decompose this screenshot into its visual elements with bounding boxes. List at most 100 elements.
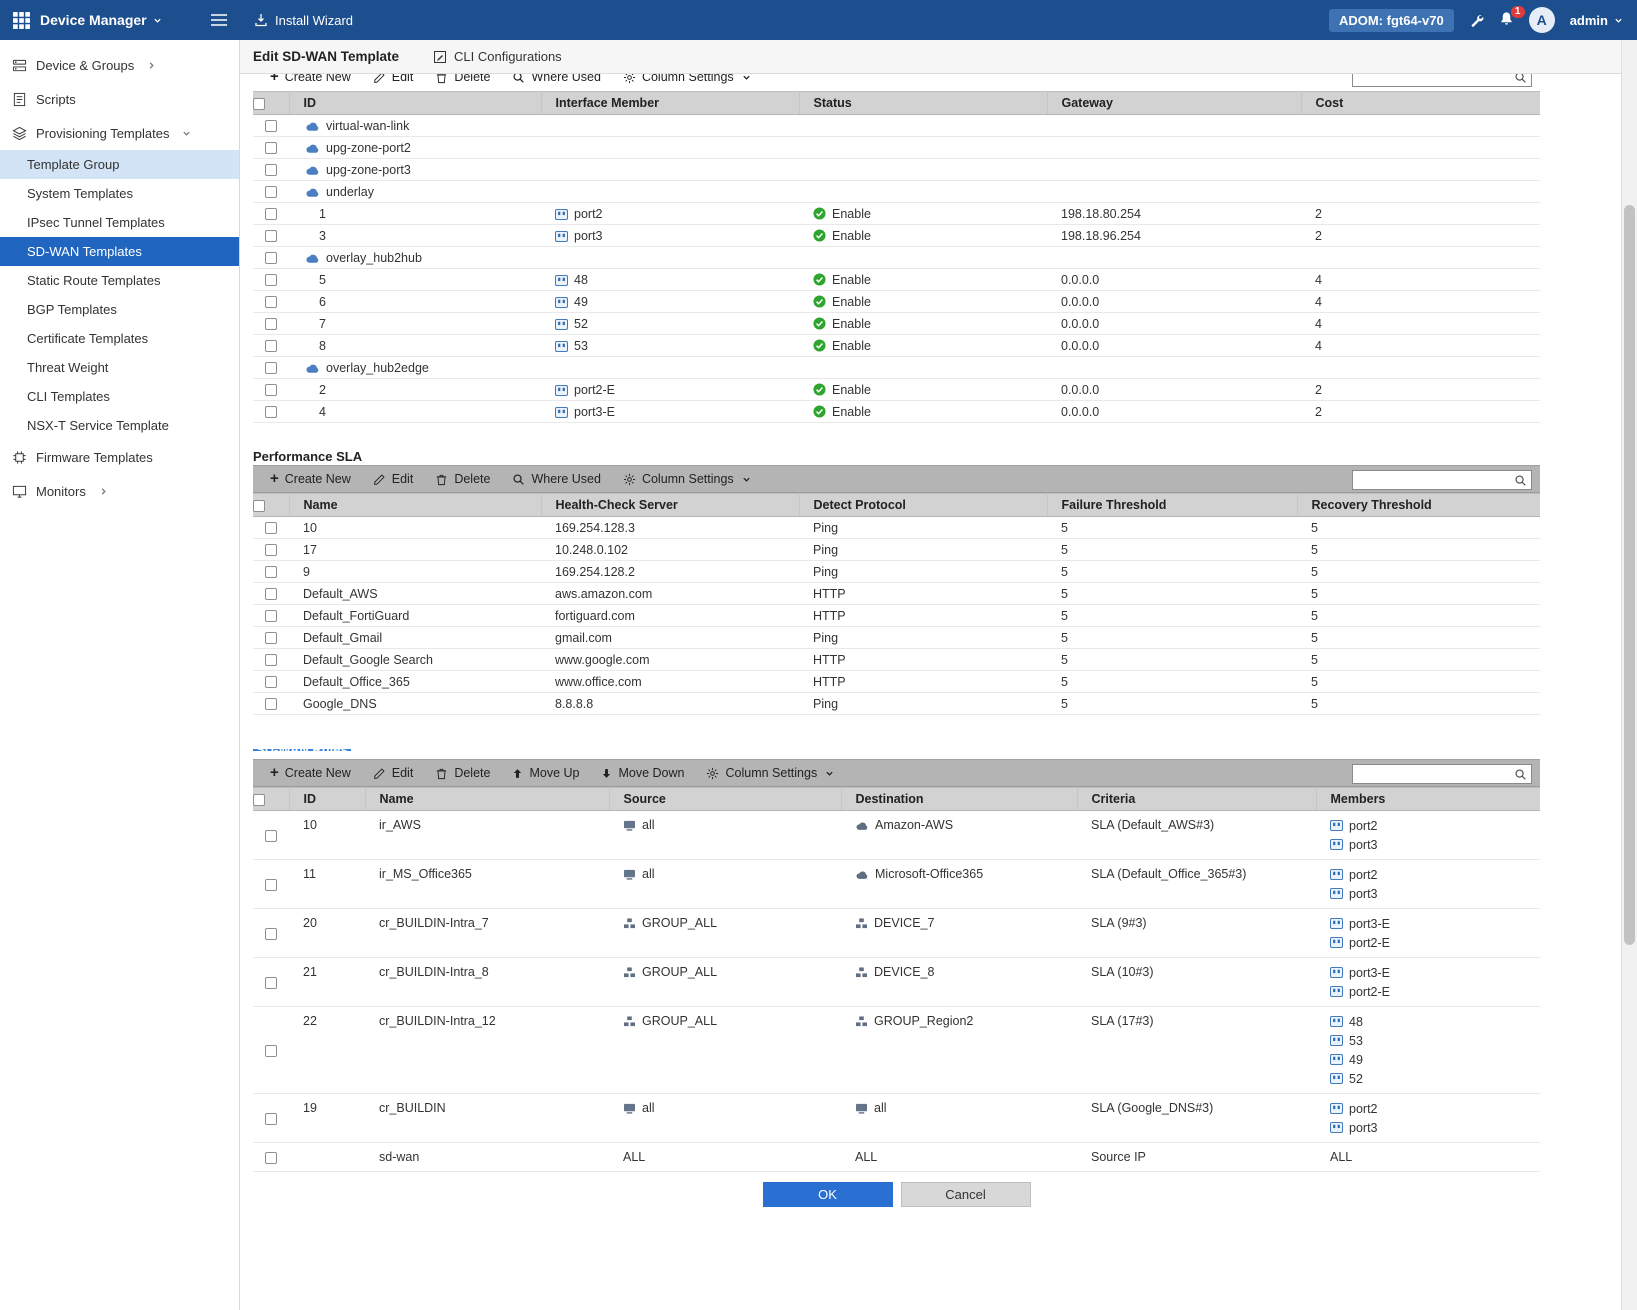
sidebar-item-ipsec-tunnel-templates[interactable]: IPsec Tunnel Templates	[0, 208, 239, 237]
sidebar-item-cli-templates[interactable]: CLI Templates	[0, 382, 239, 411]
row-checkbox[interactable]	[265, 879, 277, 891]
scrollbar-thumb[interactable]	[1624, 205, 1635, 945]
sla-row[interactable]: Default_Google Searchwww.google.comHTTP5…	[253, 649, 1540, 671]
create-new-button[interactable]: +Create New	[259, 760, 362, 786]
row-checkbox[interactable]	[265, 1045, 277, 1057]
row-checkbox[interactable]	[265, 1113, 277, 1125]
move-up-button[interactable]: Move Up	[501, 760, 590, 786]
edit-button[interactable]: Edit	[362, 760, 425, 786]
column-header-members[interactable]: Members	[1316, 788, 1540, 811]
zone-row[interactable]: overlay_hub2hub	[253, 247, 1540, 269]
row-checkbox[interactable]	[265, 1152, 277, 1164]
sla-row[interactable]: 10169.254.128.3Ping55	[253, 517, 1540, 539]
row-checkbox[interactable]	[265, 230, 277, 242]
column-header-detect-protocol[interactable]: Detect Protocol	[799, 494, 1047, 517]
sidebar-item-template-group[interactable]: Template Group	[0, 150, 239, 179]
column-settings-button[interactable]: Column Settings	[695, 760, 845, 786]
row-checkbox[interactable]	[265, 318, 277, 330]
sla-row[interactable]: Default_AWSaws.amazon.comHTTP55	[253, 583, 1540, 605]
member-row[interactable]: 4port3-EEnable0.0.0.02	[253, 401, 1540, 423]
avatar[interactable]: A	[1529, 7, 1555, 33]
sidebar-item-provisioning-templates[interactable]: Provisioning Templates	[0, 116, 239, 150]
edit-button[interactable]: Edit	[362, 466, 425, 492]
column-header-status[interactable]: Status	[799, 92, 1047, 115]
rule-row[interactable]: 10ir_AWSallAmazon-AWSSLA (Default_AWS#3)…	[253, 811, 1540, 860]
column-header-name[interactable]: Name	[365, 788, 609, 811]
column-header-id[interactable]: ID	[289, 788, 365, 811]
column-header-id[interactable]: ID	[289, 92, 541, 115]
row-checkbox[interactable]	[265, 588, 277, 600]
column-header-name[interactable]: Name	[289, 494, 541, 517]
where-used-button[interactable]: Where Used	[501, 74, 611, 91]
delete-button[interactable]: Delete	[424, 74, 501, 91]
sla-row[interactable]: 1710.248.0.102Ping55	[253, 539, 1540, 561]
user-menu[interactable]: admin	[1570, 13, 1623, 28]
zone-row[interactable]: overlay_hub2edge	[253, 357, 1540, 379]
sidebar-item-scripts[interactable]: Scripts	[0, 82, 239, 116]
search-input[interactable]	[1353, 471, 1514, 489]
member-row[interactable]: 752Enable0.0.0.04	[253, 313, 1540, 335]
delete-button[interactable]: Delete	[424, 760, 501, 786]
sidebar-item-sd-wan-templates[interactable]: SD-WAN Templates	[0, 237, 239, 266]
sidebar-item-device-groups[interactable]: Device & Groups	[0, 48, 239, 82]
row-checkbox[interactable]	[265, 142, 277, 154]
search-input[interactable]	[1353, 74, 1514, 86]
row-checkbox[interactable]	[265, 274, 277, 286]
sidebar-item-bgp-templates[interactable]: BGP Templates	[0, 295, 239, 324]
delete-button[interactable]: Delete	[424, 466, 501, 492]
member-row[interactable]: 649Enable0.0.0.04	[253, 291, 1540, 313]
zone-row[interactable]: underlay	[253, 181, 1540, 203]
row-checkbox[interactable]	[265, 676, 277, 688]
member-row[interactable]: 548Enable0.0.0.04	[253, 269, 1540, 291]
row-checkbox[interactable]	[265, 340, 277, 352]
sla-row[interactable]: Google_DNS8.8.8.8Ping55	[253, 693, 1540, 715]
member-row[interactable]: 3port3Enable198.18.96.2542	[253, 225, 1540, 247]
column-settings-button[interactable]: Column Settings	[612, 466, 762, 492]
column-header-cost[interactable]: Cost	[1301, 92, 1540, 115]
rule-row[interactable]: 22cr_BUILDIN-Intra_12GROUP_ALLGROUP_Regi…	[253, 1007, 1540, 1094]
row-checkbox[interactable]	[253, 500, 265, 512]
row-checkbox[interactable]	[265, 296, 277, 308]
sla-row[interactable]: Default_Gmailgmail.comPing55	[253, 627, 1540, 649]
rule-row[interactable]: 11ir_MS_Office365allMicrosoft-Office365S…	[253, 860, 1540, 909]
column-header-recovery-threshold[interactable]: Recovery Threshold	[1297, 494, 1540, 517]
sidebar-item-firmware-templates[interactable]: Firmware Templates	[0, 440, 239, 474]
cancel-button[interactable]: Cancel	[901, 1182, 1031, 1207]
hamburger-menu-icon[interactable]	[210, 13, 228, 27]
rules-search[interactable]	[1352, 764, 1532, 784]
where-used-button[interactable]: Where Used	[501, 466, 611, 492]
column-header-interface-member[interactable]: Interface Member	[541, 92, 799, 115]
interface-search[interactable]	[1352, 74, 1532, 87]
row-checkbox[interactable]	[265, 830, 277, 842]
move-down-button[interactable]: Move Down	[590, 760, 695, 786]
member-row[interactable]: 853Enable0.0.0.04	[253, 335, 1540, 357]
row-checkbox[interactable]	[265, 362, 277, 374]
sidebar-item-nsx-t-service-template[interactable]: NSX-T Service Template	[0, 411, 239, 440]
zone-row[interactable]: upg-zone-port3	[253, 159, 1540, 181]
row-checkbox[interactable]	[265, 544, 277, 556]
zone-row[interactable]: upg-zone-port2	[253, 137, 1540, 159]
sidebar-item-static-route-templates[interactable]: Static Route Templates	[0, 266, 239, 295]
row-checkbox[interactable]	[265, 698, 277, 710]
cli-configurations-tab[interactable]: CLI Configurations	[433, 49, 562, 64]
edit-button[interactable]: Edit	[362, 74, 425, 91]
notifications-button[interactable]: 1	[1499, 11, 1514, 29]
ok-button[interactable]: OK	[763, 1182, 893, 1207]
row-checkbox[interactable]	[265, 384, 277, 396]
member-row[interactable]: 1port2Enable198.18.80.2542	[253, 203, 1540, 225]
sidebar-item-system-templates[interactable]: System Templates	[0, 179, 239, 208]
row-checkbox[interactable]	[265, 928, 277, 940]
sidebar-item-threat-weight[interactable]: Threat Weight	[0, 353, 239, 382]
app-grid-icon[interactable]	[12, 11, 31, 30]
sidebar-item-monitors[interactable]: Monitors	[0, 474, 239, 508]
create-new-button[interactable]: +Create New	[259, 466, 362, 492]
row-checkbox[interactable]	[265, 610, 277, 622]
row-checkbox[interactable]	[265, 566, 277, 578]
rule-row[interactable]: sd-wanALLALLSource IPALL	[253, 1143, 1540, 1172]
row-checkbox[interactable]	[265, 208, 277, 220]
row-checkbox[interactable]	[265, 186, 277, 198]
column-header-failure-threshold[interactable]: Failure Threshold	[1047, 494, 1297, 517]
install-wizard-button[interactable]: Install Wizard	[254, 13, 353, 28]
adom-selector[interactable]: ADOM: fgt64-v70	[1329, 9, 1454, 32]
row-checkbox[interactable]	[265, 654, 277, 666]
